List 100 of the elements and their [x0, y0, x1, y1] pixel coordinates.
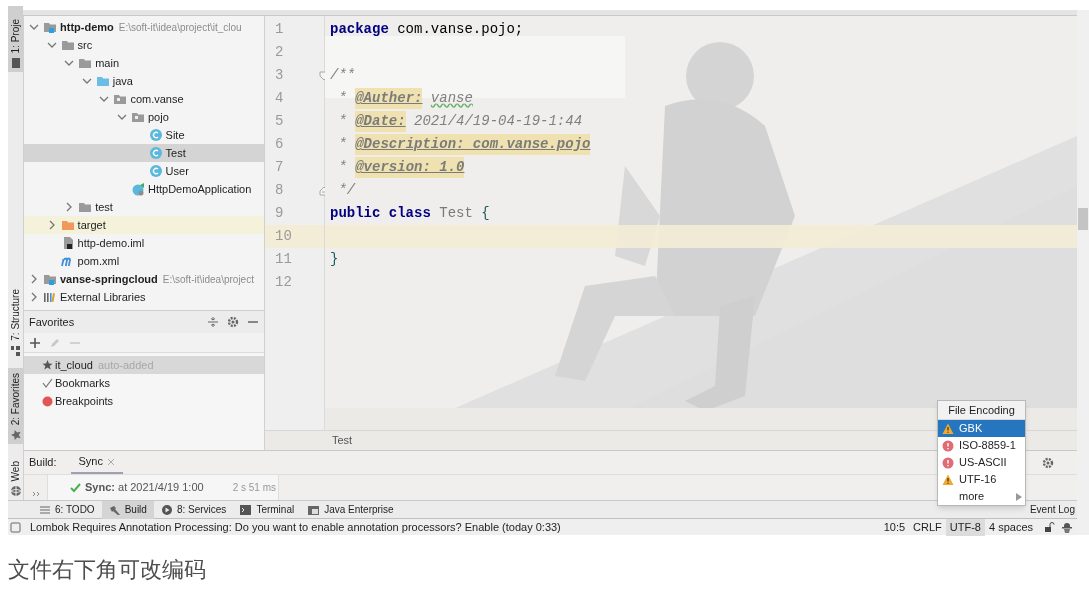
collapse-icon[interactable]	[207, 316, 219, 328]
favorites-item[interactable]: Breakpoints	[24, 392, 264, 410]
status-message: Lombok Requires Annotation Processing: Do you want to enable annotation processors? Enable (today 0:33)	[30, 519, 562, 535]
item-label: Bookmarks	[55, 375, 111, 391]
tree-item[interactable]: pojo	[24, 108, 264, 126]
scrollbar[interactable]	[1077, 10, 1089, 535]
caption: 文件右下角可改编码	[8, 556, 207, 584]
tree-item[interactable]: Test	[24, 144, 264, 162]
warning-icon	[942, 422, 954, 435]
status-item[interactable]: 10:5	[879, 518, 910, 536]
sync-duration: 2 s 51 ms	[232, 481, 276, 495]
star-icon	[42, 359, 53, 371]
item-label: com.vanse	[130, 91, 184, 107]
inspector-icon[interactable]	[1061, 521, 1073, 533]
item-label: it_cloud	[55, 357, 93, 373]
code-line: package com.vanse.pojo;	[329, 20, 525, 39]
class-icon	[131, 182, 145, 196]
folder-icon	[60, 218, 75, 232]
tool-window-button[interactable]: 1: Proje	[8, 6, 23, 72]
folder-icon	[78, 200, 93, 214]
tool-window-tab[interactable]: Java Enterprise	[301, 500, 401, 519]
tool-window-tab[interactable]: Build	[101, 500, 154, 519]
error-icon	[942, 439, 954, 452]
item-label: pojo	[148, 109, 169, 125]
line-number: 3	[275, 66, 284, 85]
item-label: Breakpoints	[55, 393, 114, 409]
item-label: main	[95, 55, 120, 71]
menu-item[interactable]: GBK	[938, 420, 1025, 437]
line-number: 7	[275, 158, 284, 177]
tree-item[interactable]: test	[24, 198, 264, 216]
item-label: pom.xml	[77, 253, 120, 269]
status-item[interactable]: UTF-8	[945, 518, 985, 536]
terminal-icon	[240, 504, 252, 515]
code-line: public class Test {	[329, 204, 491, 223]
tool-window-button[interactable]: 2: Favorites	[8, 368, 23, 444]
tree-item[interactable]: http-demo E:\soft-it\idea\project\it_clou	[24, 18, 264, 36]
tool-window-button[interactable]: Web	[8, 456, 23, 500]
add-icon[interactable]	[30, 337, 40, 348]
tree-item[interactable]: http-demo.iml	[24, 234, 264, 252]
settings-icon[interactable]	[1042, 456, 1054, 469]
line-number: 6	[275, 135, 284, 154]
tree-item[interactable]: Site	[24, 126, 264, 144]
settings-icon[interactable]	[227, 316, 239, 328]
code-line: }	[329, 250, 340, 269]
line-number: 11	[275, 250, 292, 269]
class-icon	[148, 146, 163, 160]
event-log-button[interactable]: Event Log	[1027, 502, 1077, 517]
expand-icon[interactable]	[31, 491, 40, 497]
folder-icon	[9, 57, 22, 69]
tree-item[interactable]: vanse-springcloud E:\soft-it\idea\project	[24, 270, 264, 288]
package-folder-icon	[131, 110, 145, 124]
tree-item[interactable]: pom.xml	[24, 252, 264, 270]
menu-item[interactable]: ISO-8859-1	[938, 437, 1025, 454]
favorites-item[interactable]: Bookmarks	[24, 374, 264, 392]
breadcrumb[interactable]: Test	[332, 432, 353, 449]
submenu-arrow-icon	[1016, 492, 1022, 501]
tree-item[interactable]: java	[24, 72, 264, 90]
tree-item[interactable]: HttpDemoApplication	[24, 180, 264, 198]
package-folder-icon	[113, 92, 128, 106]
line-number: 5	[275, 112, 284, 131]
tool-window-tab[interactable]: Terminal	[233, 500, 302, 519]
folder-icon	[78, 56, 93, 70]
structure-icon	[9, 345, 22, 357]
lock-icon[interactable]	[1043, 521, 1055, 533]
tool-window-button[interactable]: 7: Structure	[8, 288, 23, 360]
status-item[interactable]: CRLF	[909, 518, 946, 536]
item-path: E:\soft-it\idea\project\it_clou	[118, 20, 242, 35]
tree-item[interactable]: main	[24, 54, 264, 72]
tree-item[interactable]: User	[24, 162, 264, 180]
menu-item[interactable]: more	[938, 488, 1025, 505]
services-icon	[160, 504, 172, 515]
menu-item[interactable]: UTF-16	[938, 471, 1025, 488]
tree-item[interactable]: target	[24, 216, 264, 234]
line-number: 10	[275, 227, 292, 246]
item-label: http-demo	[60, 19, 114, 35]
code-line: */	[337, 181, 357, 200]
status-item[interactable]: 4 spaces	[984, 518, 1037, 536]
tree-item[interactable]: External Libraries	[24, 288, 264, 306]
class-icon	[148, 164, 163, 178]
item-label: src	[77, 37, 93, 53]
item-label: test	[95, 199, 113, 215]
scrollbar-thumb[interactable]	[1078, 208, 1088, 230]
tool-window-tab[interactable]: 8: Services	[153, 500, 234, 519]
tool-window-tab[interactable]: 6: TODO	[32, 500, 102, 519]
tree-item[interactable]: src	[24, 36, 264, 54]
star-icon	[9, 429, 22, 441]
item-label: Test	[165, 145, 186, 161]
todo-icon	[39, 504, 50, 515]
panel-title: Favorites	[29, 314, 76, 330]
line-number: 1	[275, 20, 284, 39]
panel-title: Build:	[29, 455, 57, 471]
sync-status: Sync: at 2021/4/19 1:00	[85, 480, 205, 496]
tree-item[interactable]: com.vanse	[24, 90, 264, 108]
notification-icon[interactable]	[10, 521, 22, 533]
code-line: * @Date: 2021/4/19-04-19-1:44	[325, 110, 1077, 133]
menu-item[interactable]: US-ASCII	[938, 454, 1025, 471]
line-number: 12	[275, 273, 292, 292]
line-number: 8	[275, 181, 284, 200]
item-label: http-demo.iml	[77, 235, 145, 251]
enterprise-icon	[308, 504, 320, 515]
